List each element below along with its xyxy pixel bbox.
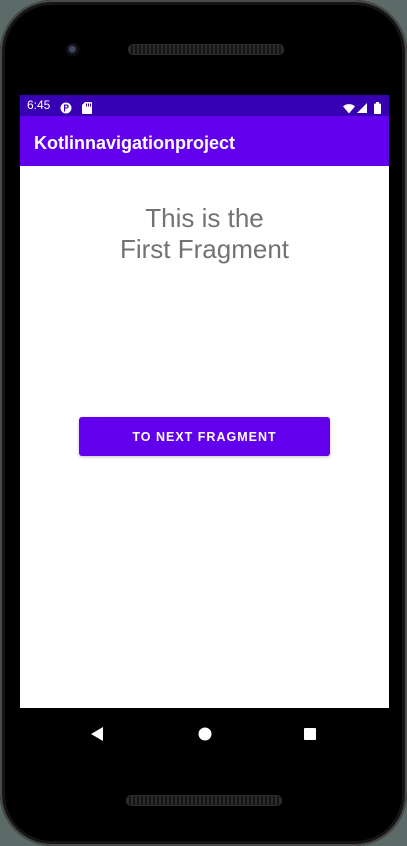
status-time: 6:45 <box>27 98 51 112</box>
back-button[interactable] <box>82 719 112 749</box>
battery-icon <box>374 99 381 114</box>
app-title: Kotlinnavigationproject <box>34 133 236 153</box>
bottom-speaker <box>126 795 282 806</box>
fragment-text: This is the First Fragment <box>119 203 290 264</box>
status-bar: 6:45 <box>20 95 389 116</box>
home-icon <box>198 727 212 741</box>
device-screen: 6:45 Kotlinnavigationproject This is the… <box>20 95 389 761</box>
wifi-icon <box>343 99 355 114</box>
android-device-frame: 6:45 Kotlinnavigationproject This is the… <box>0 0 407 846</box>
to-next-fragment-button[interactable]: TO NEXT FRAGMENT <box>79 417 330 456</box>
recents-button[interactable] <box>295 719 325 749</box>
home-button[interactable] <box>190 719 220 749</box>
front-camera-icon <box>66 43 80 57</box>
navigation-bar <box>20 708 389 761</box>
earpiece-speaker <box>128 44 284 55</box>
notification-icon <box>60 99 72 114</box>
first-fragment-content: This is the First Fragment TO NEXT FRAGM… <box>20 166 389 708</box>
back-icon <box>91 727 103 741</box>
recents-icon <box>304 728 316 740</box>
signal-icon <box>357 99 367 113</box>
sd-card-icon <box>82 99 93 114</box>
app-bar: Kotlinnavigationproject <box>20 116 389 166</box>
